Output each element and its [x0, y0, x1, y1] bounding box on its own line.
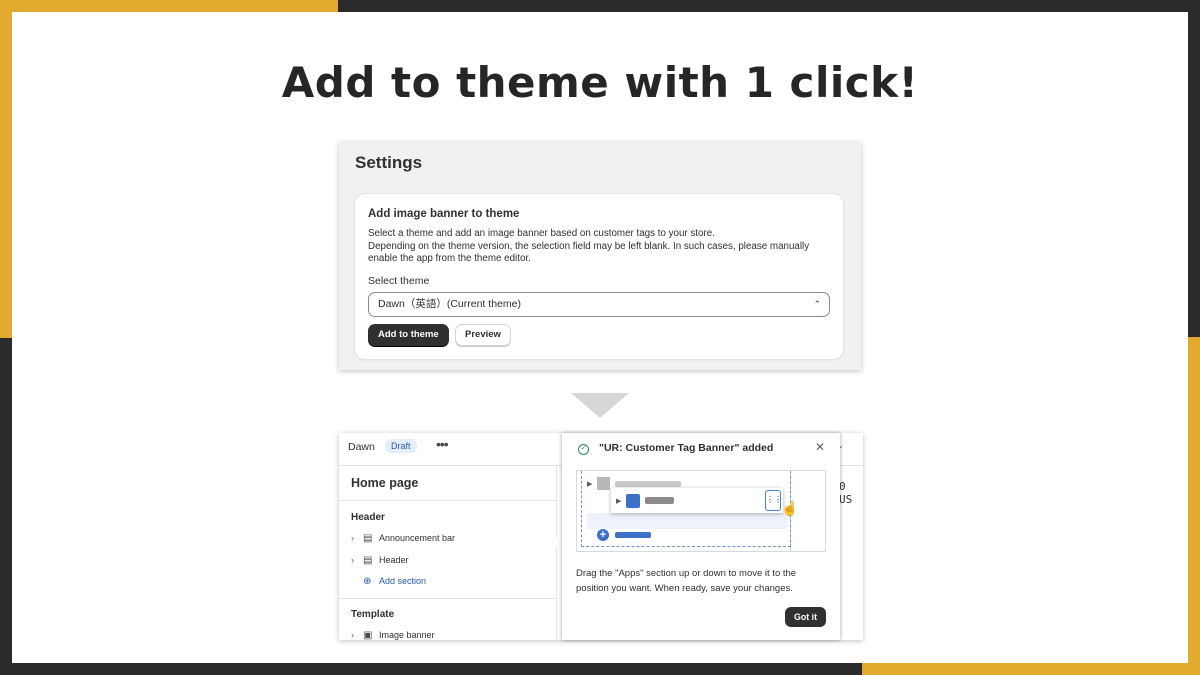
caret-right-icon: ▶ — [616, 497, 622, 505]
got-it-button[interactable]: Got it — [785, 607, 826, 627]
section-icon: ▤ — [363, 532, 373, 544]
divider — [339, 500, 557, 501]
theme-select[interactable]: Dawn（英語）(Current theme) ⌃ — [368, 292, 830, 317]
card-title: Add image banner to theme — [368, 208, 520, 220]
group-label-template: Template — [351, 609, 395, 620]
sidebar-item-header[interactable]: › ▤ Header — [351, 553, 409, 567]
close-icon[interactable]: ✕ — [815, 440, 825, 454]
popover-pointer — [550, 533, 562, 553]
add-section-label: Add section — [379, 576, 427, 586]
sidebar-item-label: Announcement bar — [379, 533, 456, 543]
headline: Add to theme with 1 click! — [281, 58, 919, 107]
ellipsis-icon[interactable]: ••• — [436, 436, 449, 452]
popover-description: Drag the "Apps" section up or down to mo… — [576, 568, 797, 594]
plus-circle-icon: ⊕ — [363, 575, 372, 587]
chevron-right-icon[interactable]: › — [351, 555, 363, 565]
down-triangle-icon — [571, 393, 629, 418]
drag-handle-icon: ⋮⋮ — [765, 490, 782, 511]
popover-title: "UR: Customer Tag Banner" added — [599, 442, 774, 454]
section-added-popover: ✓ "UR: Customer Tag Banner" added ✕ ▶ ▶ … — [562, 433, 840, 640]
description-line: Select a theme and add an image banner b… — [368, 228, 715, 239]
add-to-theme-button[interactable]: Add to theme — [368, 324, 449, 346]
check-circle-icon: ✓ — [578, 444, 589, 455]
settings-panel: Settings Add image banner to theme Selec… — [339, 142, 861, 370]
add-banner-card: Add image banner to theme Select a theme… — [355, 194, 843, 359]
page-title: Home page — [351, 476, 419, 490]
dragged-section-card: ▶ ⋮⋮ — [611, 488, 783, 513]
caret-right-icon: ▶ — [587, 480, 593, 488]
preview-text: 0 US — [839, 480, 853, 506]
settings-title: Settings — [355, 153, 423, 172]
editor-sidebar: Home page Header › ▤ Announcement bar › … — [339, 466, 557, 640]
drag-section-illustration: ▶ ▶ ⋮⋮ + ☝ — [576, 470, 826, 552]
group-label-header: Header — [351, 512, 385, 523]
draft-badge: Draft — [385, 439, 417, 453]
sidebar-item-image-banner[interactable]: › ▣ Image banner — [351, 628, 435, 641]
add-section-button[interactable]: ⊕ Add section — [351, 574, 426, 588]
sidebar-item-label: Image banner — [379, 630, 435, 640]
select-chevrons-icon: ⌃ — [813, 299, 821, 309]
sidebar-item-announcement-bar[interactable]: › ▤ Announcement bar — [351, 531, 455, 545]
chevron-right-icon[interactable]: › — [351, 630, 363, 640]
section-icon: ▤ — [363, 554, 373, 566]
select-theme-label: Select theme — [368, 275, 430, 287]
divider — [339, 598, 557, 599]
theme-select-value: Dawn（英語）(Current theme) — [378, 298, 521, 310]
description-line: Depending on the theme version, the sele… — [368, 240, 810, 252]
image-section-icon: ▣ — [363, 629, 373, 641]
preview-button[interactable]: Preview — [455, 324, 511, 346]
chevron-right-icon[interactable]: › — [351, 533, 363, 543]
plus-circle-icon: + — [597, 529, 609, 541]
theme-name: Dawn — [348, 441, 375, 453]
hand-cursor-icon: ☝ — [781, 500, 799, 516]
sidebar-item-label: Header — [379, 555, 409, 565]
card-description: Select a theme and add an image banner b… — [368, 228, 836, 266]
description-line: enable the app from the theme editor. — [368, 253, 531, 265]
